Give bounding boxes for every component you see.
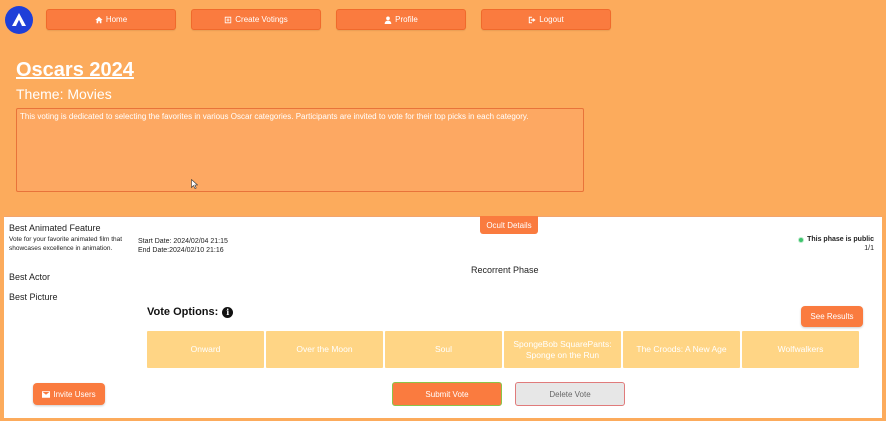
vote-option[interactable]: Soul — [385, 331, 502, 368]
see-results-button[interactable]: See Results — [801, 306, 863, 327]
phase-name: Recorrent Phase — [471, 265, 539, 275]
phase-dates: Start Date: 2024/02/04 21:15 End Date:20… — [138, 237, 228, 255]
category-best-picture[interactable]: Best Picture — [9, 292, 58, 302]
category-best-animated-feature[interactable]: Best Animated Feature — [9, 223, 101, 233]
invite-users-label: Invite Users — [53, 389, 96, 399]
create-votings-label: Create Votings — [235, 15, 288, 24]
vote-option[interactable]: Onward — [147, 331, 264, 368]
vote-option[interactable]: Over the Moon — [266, 331, 383, 368]
vote-option[interactable]: Wolfwalkers — [742, 331, 859, 368]
vote-options-heading: Vote Options: i — [147, 306, 234, 318]
end-date: End Date:2024/02/10 21:16 — [138, 247, 224, 254]
invite-users-button[interactable]: Invite Users — [33, 383, 105, 405]
phase-visibility-label: This phase is public — [807, 236, 874, 243]
profile-label: Profile — [395, 15, 418, 24]
logo[interactable] — [5, 6, 33, 34]
category-best-actor[interactable]: Best Actor — [9, 272, 50, 282]
delete-vote-button[interactable]: Delete Vote — [515, 382, 625, 406]
phase-count: 1/1 — [864, 245, 874, 252]
logout-button[interactable]: Logout — [481, 9, 611, 30]
voting-theme: Theme: Movies — [16, 86, 112, 102]
ocult-details-button[interactable]: Ocult Details — [480, 216, 538, 234]
create-icon — [225, 16, 232, 23]
profile-button[interactable]: Profile — [336, 9, 466, 30]
vote-option[interactable]: The Croods: A New Age — [623, 331, 740, 368]
start-date: Start Date: 2024/02/04 21:15 — [138, 238, 228, 245]
mail-icon — [42, 390, 51, 398]
home-button[interactable]: Home — [46, 9, 176, 30]
home-icon — [95, 16, 103, 23]
phase-visibility: This phase is public — [798, 236, 874, 243]
logout-icon — [529, 16, 536, 23]
create-votings-button[interactable]: Create Votings — [191, 9, 321, 30]
info-icon[interactable]: i — [222, 306, 234, 318]
logo-icon — [12, 13, 26, 26]
logout-label: Logout — [539, 15, 564, 24]
vote-option[interactable]: SpongeBob SquarePants: Sponge on the Run — [504, 331, 621, 368]
submit-vote-button[interactable]: Submit Vote — [392, 382, 502, 406]
category-description: Vote for your favorite animated film tha… — [9, 236, 123, 252]
voting-title: Oscars 2024 — [16, 59, 134, 81]
cursor-icon — [191, 179, 198, 189]
vote-options-label: Vote Options: — [147, 306, 219, 318]
home-label: Home — [105, 15, 128, 24]
vote-options-list: Onward Over the Moon Soul SpongeBob Squa… — [147, 331, 859, 368]
public-status-dot — [798, 236, 805, 243]
voting-description[interactable]: This voting is dedicated to selecting th… — [16, 108, 584, 192]
user-icon — [384, 16, 392, 24]
